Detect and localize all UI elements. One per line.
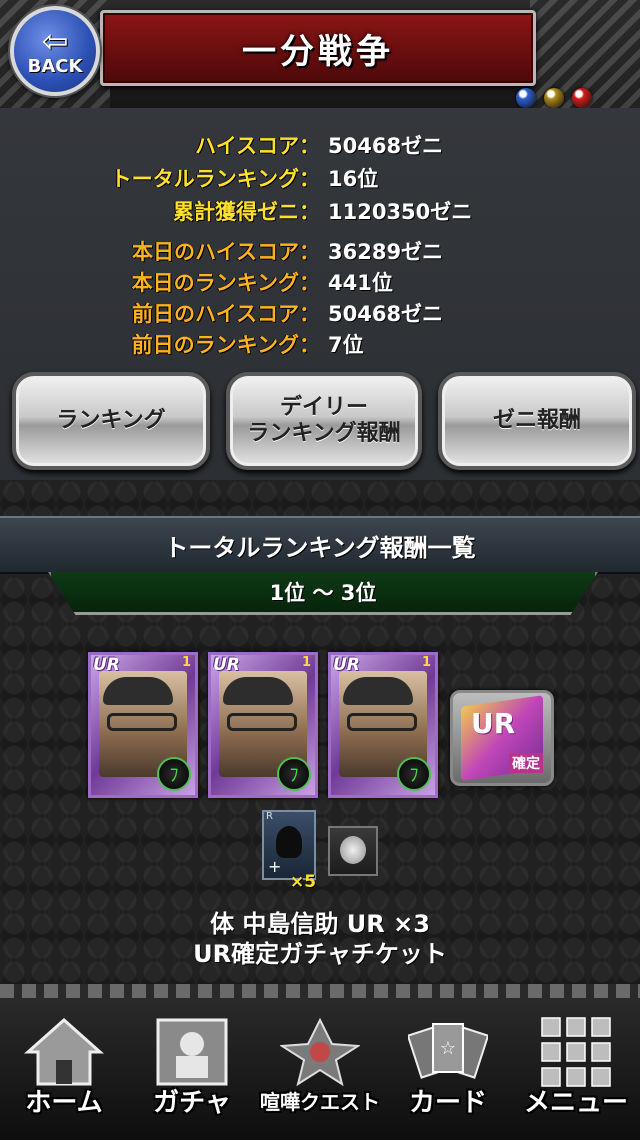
nav-label: ホーム bbox=[25, 1088, 103, 1118]
daily-ranking-reward-button[interactable]: デイリー ランキング報酬 bbox=[226, 372, 422, 470]
stat-label: トータルランキング： bbox=[110, 167, 320, 191]
ranking-button-label: ランキング bbox=[56, 408, 166, 433]
quest-icon bbox=[280, 1016, 360, 1088]
reward-text-line2: UR確定ガチャチケット bbox=[193, 940, 447, 968]
rank-range-band: 1位 〜 3位 bbox=[48, 572, 598, 615]
card-level: 1 bbox=[301, 655, 311, 670]
gem-indicators bbox=[516, 88, 592, 108]
cards-icon: ☆ bbox=[408, 1016, 488, 1088]
nav-quest[interactable]: 喧嘩クエスト bbox=[256, 994, 384, 1140]
nav-home[interactable]: ホーム bbox=[0, 994, 128, 1140]
red-gem-icon bbox=[572, 88, 592, 108]
character-glasses bbox=[107, 713, 177, 731]
character-glasses bbox=[227, 713, 297, 731]
stat-label: 前日のハイスコア： bbox=[132, 302, 320, 326]
reward-card[interactable]: UR 1 ﾌ bbox=[208, 652, 318, 798]
bottom-nav: ホーム ガチャ 喧嘩クエスト ☆ カード メニュー bbox=[0, 984, 640, 1140]
stat-value: 1120350ゼニ bbox=[328, 200, 473, 224]
stat-high-score: ハイスコア： 50468ゼニ bbox=[0, 130, 640, 160]
rewards-section-title: トータルランキング報酬一覧 bbox=[164, 533, 476, 562]
title-plate: 一分戦争 bbox=[100, 10, 536, 86]
nav-label: 喧嘩クエスト bbox=[260, 1090, 380, 1114]
ur-gacha-ticket[interactable]: UR 確定 bbox=[450, 690, 554, 786]
daily-button-label-line2: ランキング報酬 bbox=[247, 421, 401, 446]
reward-card[interactable]: UR 1 ﾌ bbox=[328, 652, 438, 798]
rewards-section-header: トータルランキング報酬一覧 bbox=[0, 516, 640, 574]
stat-value: 50468ゼニ bbox=[328, 134, 444, 158]
stat-value: 36289ゼニ bbox=[328, 240, 444, 264]
item-silver-coin[interactable] bbox=[328, 826, 378, 876]
stat-label: 前日のランキング： bbox=[131, 333, 320, 357]
nav-cards[interactable]: ☆ カード bbox=[384, 994, 512, 1140]
stat-value: 441位 bbox=[328, 271, 393, 295]
ranking-button[interactable]: ランキング bbox=[12, 372, 210, 470]
attribute-icon: ﾌ bbox=[277, 757, 311, 791]
nav-gacha[interactable]: ガチャ bbox=[128, 994, 256, 1140]
item-plus: + bbox=[268, 857, 282, 876]
character-hair bbox=[343, 677, 413, 705]
back-button[interactable]: ⇦ BACK bbox=[10, 6, 100, 96]
header: 一分戦争 ⇦ BACK bbox=[0, 0, 640, 108]
character-hair bbox=[223, 677, 293, 705]
nav-label: メニュー bbox=[523, 1088, 628, 1118]
reward-card[interactable]: UR 1 ﾌ bbox=[88, 652, 198, 798]
stat-value: 7位 bbox=[328, 333, 364, 357]
zeni-reward-button-label: ゼニ報酬 bbox=[492, 408, 581, 433]
card-level: 1 bbox=[181, 655, 191, 670]
stat-total-ranking: トータルランキング： 16位 bbox=[0, 163, 640, 193]
home-icon bbox=[24, 1016, 104, 1088]
menu-grid-icon bbox=[536, 1016, 616, 1088]
character-glasses bbox=[347, 713, 417, 731]
stat-label: 累計獲得ゼニ： bbox=[173, 200, 320, 224]
attribute-icon: ﾌ bbox=[157, 757, 191, 791]
crow-icon bbox=[276, 826, 302, 858]
stat-label: 本日のハイスコア： bbox=[132, 240, 320, 264]
back-arrow-icon: ⇦ bbox=[41, 21, 69, 60]
gacha-icon bbox=[152, 1016, 232, 1088]
blue-gem-icon bbox=[516, 88, 536, 108]
daily-button-label-line1: デイリー bbox=[279, 395, 368, 420]
item-quantity: ×5 bbox=[290, 872, 317, 892]
rarity-badge: UR bbox=[333, 655, 360, 675]
page-title: 一分戦争 bbox=[242, 31, 394, 72]
stat-label: ハイスコア： bbox=[195, 134, 320, 158]
rarity-badge: UR bbox=[93, 655, 120, 675]
svg-text:☆: ☆ bbox=[440, 1038, 456, 1059]
stat-yesterday-ranking: 前日のランキング： 7位 bbox=[0, 329, 640, 359]
stat-yesterday-high-score: 前日のハイスコア： 50468ゼニ bbox=[0, 298, 640, 328]
item-crow[interactable]: R + bbox=[262, 810, 316, 880]
rarity-badge: UR bbox=[213, 655, 240, 675]
stat-value: 16位 bbox=[328, 167, 379, 191]
rank-range-label: 1位 〜 3位 bbox=[269, 581, 377, 605]
back-button-label: BACK bbox=[27, 55, 83, 77]
stat-value: 50468ゼニ bbox=[328, 302, 444, 326]
zeni-reward-button[interactable]: ゼニ報酬 bbox=[438, 372, 636, 470]
gold-gem-icon bbox=[544, 88, 564, 108]
item-rarity: R bbox=[266, 811, 273, 822]
stat-today-ranking: 本日のランキング： 441位 bbox=[0, 267, 640, 297]
stat-today-high-score: 本日のハイスコア： 36289ゼニ bbox=[0, 236, 640, 266]
ticket-rarity: UR bbox=[471, 707, 516, 740]
nav-menu[interactable]: メニュー bbox=[512, 994, 640, 1140]
stat-label: 本日のランキング： bbox=[131, 271, 320, 295]
stat-total-zeni: 累計獲得ゼニ： 1120350ゼニ bbox=[0, 196, 640, 226]
nav-label: ガチャ bbox=[153, 1088, 231, 1118]
nav-label: カード bbox=[408, 1088, 487, 1118]
ticket-guaranteed-label: 確定 bbox=[509, 753, 543, 773]
attribute-icon: ﾌ bbox=[397, 757, 431, 791]
character-hair bbox=[103, 677, 173, 705]
silver-coin-icon bbox=[340, 836, 366, 864]
card-level: 1 bbox=[421, 655, 431, 670]
